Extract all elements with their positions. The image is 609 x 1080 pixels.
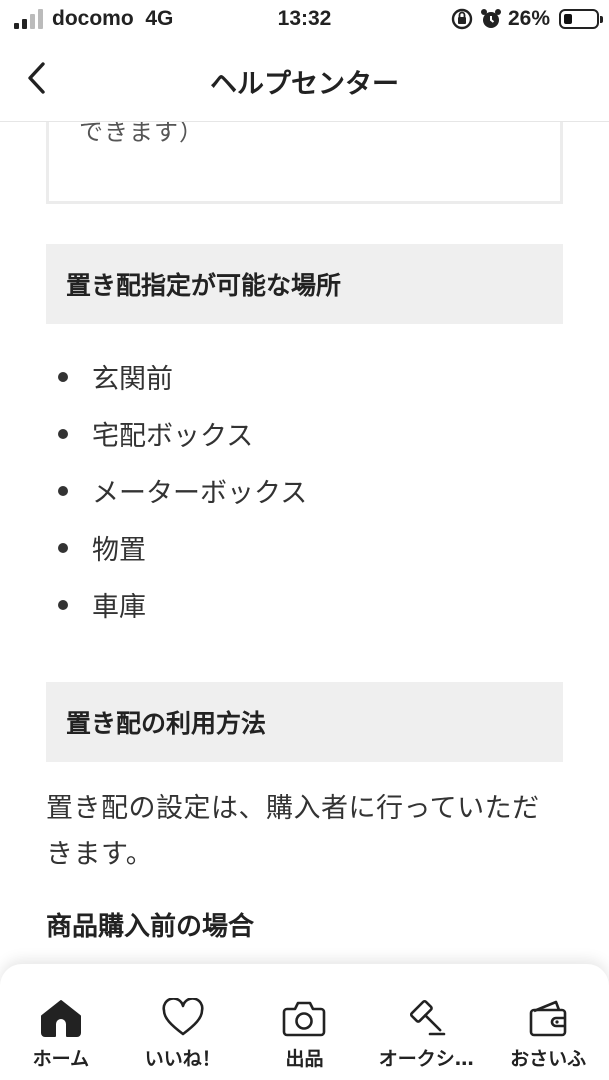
note-text: できます） — [79, 122, 204, 146]
places-list: 玄関前 宅配ボックス メーターボックス 物置 車庫 — [58, 348, 307, 633]
tab-label: いいね！ — [144, 1048, 221, 1070]
tab-auction[interactable]: オークシ… — [365, 964, 487, 1080]
list-item: メーターボックス — [58, 462, 307, 519]
alarm-icon — [480, 9, 501, 28]
list-item: 宅配ボックス — [58, 405, 307, 462]
bullet-icon — [58, 542, 68, 553]
heart-icon — [162, 998, 204, 1036]
tab-home[interactable]: ホーム — [0, 964, 122, 1080]
tab-wallet[interactable]: おさいふ — [487, 964, 609, 1080]
tab-label: おさいふ — [510, 1048, 587, 1070]
help-article-content[interactable]: できます） 置き配指定が可能な場所 玄関前 宅配ボックス メーターボックス 物置… — [0, 122, 609, 964]
tab-sell[interactable]: 出品 — [244, 964, 366, 1080]
status-right-group: 26% — [450, 6, 603, 32]
orientation-lock-icon — [451, 8, 473, 30]
bullet-icon — [58, 371, 68, 382]
section-heading-places: 置き配指定が可能な場所 — [46, 244, 563, 324]
section-heading-usage: 置き配の利用方法 — [46, 682, 563, 762]
home-icon — [40, 1000, 81, 1037]
camera-icon — [283, 1001, 326, 1037]
gavel-icon — [410, 999, 446, 1036]
subheading-before-purchase: 商品購入前の場合 — [46, 912, 255, 942]
wallet-icon — [529, 1000, 567, 1037]
note-box: できます） — [46, 122, 563, 204]
tab-label: 出品 — [285, 1048, 324, 1070]
bottom-tab-bar: ホーム いいね！ 出品 オークシ… おさいふ — [0, 964, 609, 1080]
usage-paragraph: 置き配の設定は、購入者に行っていただきます。 — [46, 793, 540, 870]
list-item: 玄関前 — [58, 348, 307, 405]
tab-likes[interactable]: いいね！ — [122, 964, 244, 1080]
page-title: ヘルプセンター — [210, 69, 399, 100]
tab-label: ホーム — [32, 1048, 90, 1070]
bullet-icon — [58, 428, 68, 439]
navigation-bar: ヘルプセンター — [0, 40, 609, 122]
battery-percent: 26% — [507, 7, 550, 30]
tab-label: オークシ… — [378, 1048, 474, 1070]
battery-icon — [559, 9, 603, 29]
list-item: 車庫 — [58, 576, 307, 633]
bullet-icon — [58, 599, 68, 610]
status-bar: docomo 4G 13:32 26% — [0, 0, 609, 40]
bullet-icon — [58, 485, 68, 496]
list-item: 物置 — [58, 519, 307, 576]
